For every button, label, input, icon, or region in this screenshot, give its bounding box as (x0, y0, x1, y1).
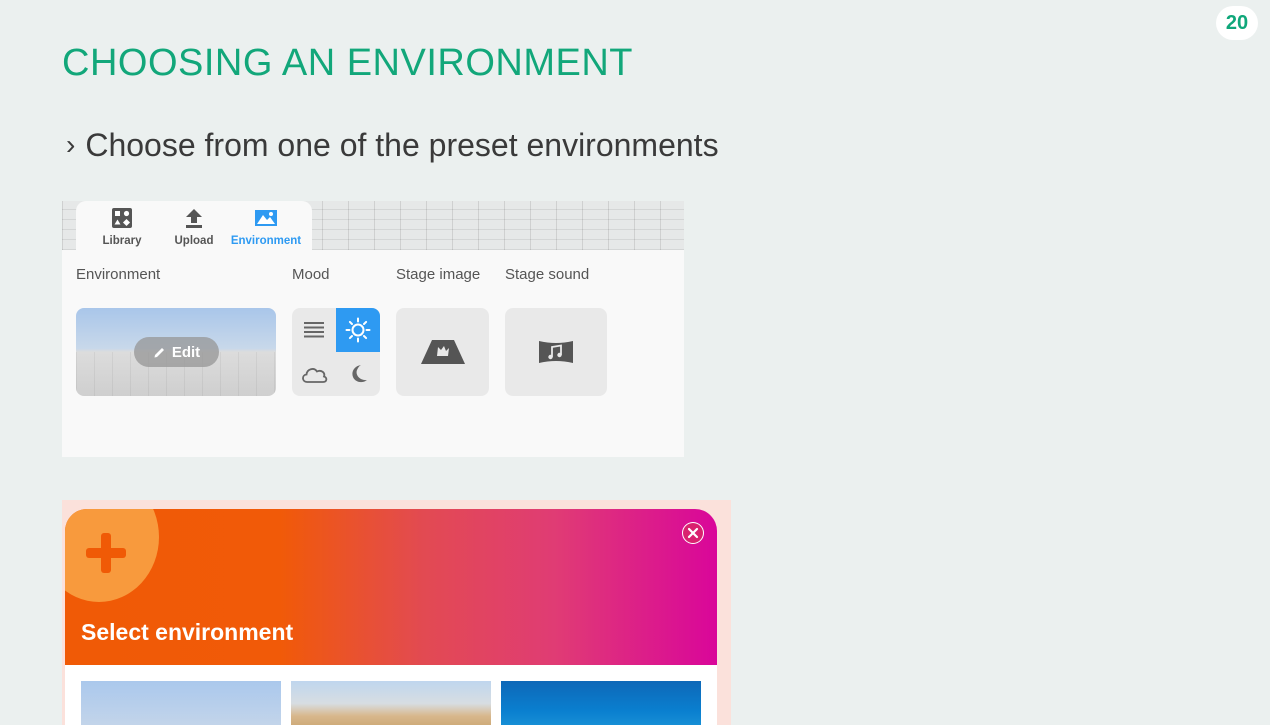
pencil-icon (154, 347, 164, 357)
tab-environment-label: Environment (230, 235, 302, 247)
list-lines-icon (304, 322, 324, 338)
stage-image-icon (420, 340, 465, 364)
tab-library-label: Library (102, 235, 142, 247)
environment-option-desert[interactable] (291, 681, 491, 725)
mood-option-sunny[interactable] (336, 308, 380, 352)
select-environment-dialog: Select environment (62, 500, 731, 725)
dialog-header: Select environment (65, 509, 717, 665)
environment-preview[interactable]: Edit (76, 308, 276, 396)
tab-library[interactable]: Library (87, 206, 157, 247)
sun-icon (345, 317, 371, 343)
bullet-point: › Choose from one of the preset environme… (66, 127, 719, 164)
mood-option-night[interactable] (336, 352, 380, 396)
edit-label: Edit (171, 343, 201, 361)
edit-environment-button[interactable]: Edit (134, 337, 219, 367)
dialog-body (65, 665, 717, 725)
plus-icon (86, 533, 126, 573)
bullet-text: Choose from one of the preset environmen… (85, 127, 719, 163)
environment-option-ocean[interactable] (501, 681, 701, 725)
mood-selector (292, 308, 380, 396)
mood-section-label: Mood (292, 266, 330, 283)
cloud-icon (302, 368, 328, 383)
environment-section-label: Environment (76, 266, 161, 283)
close-button[interactable] (682, 522, 704, 544)
dialog-title: Select environment (81, 619, 294, 645)
stage-sound-section-label: Stage sound (505, 266, 590, 283)
library-icon (112, 208, 132, 228)
stage-sound-icon (539, 341, 573, 363)
close-icon (683, 523, 703, 543)
editor-panel: Library Upload Environment Environment M… (62, 201, 684, 457)
upload-icon (186, 209, 202, 228)
moon-icon (352, 365, 367, 383)
mood-option-cloudy[interactable] (292, 352, 336, 396)
environment-icon (255, 210, 277, 226)
page-number: 20 (1216, 6, 1258, 40)
tab-upload-label: Upload (174, 235, 214, 247)
stage-image-button[interactable] (396, 308, 489, 396)
bullet-chevron: › (66, 129, 76, 160)
stage-sound-button[interactable] (505, 308, 607, 396)
environment-option-sky[interactable] (81, 681, 281, 725)
slide-title: CHOOSING AN ENVIRONMENT (62, 42, 633, 84)
tab-environment[interactable]: Environment (228, 206, 304, 247)
mood-option-default[interactable] (292, 308, 336, 352)
stage-image-section-label: Stage image (396, 266, 481, 283)
tab-upload[interactable]: Upload (159, 206, 229, 247)
